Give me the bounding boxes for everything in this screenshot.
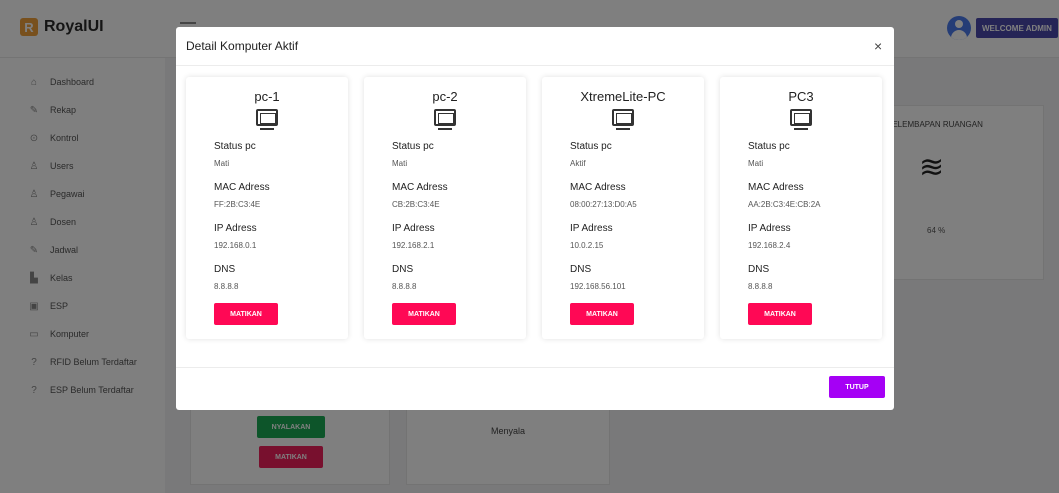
pc-name: XtremeLite-PC	[580, 89, 666, 104]
mac-value: 08:00:27:13:D0:A5	[570, 200, 637, 209]
pc-card: pc-2 Status pc Mati MAC Adress CB:2B:C3:…	[364, 77, 526, 339]
dns-label: DNS	[214, 264, 236, 275]
dns-label: DNS	[392, 264, 414, 275]
matikan-button[interactable]: MATIKAN	[748, 303, 812, 325]
pc-card: PC3 Status pc Mati MAC Adress AA:2B:C3:4…	[720, 77, 882, 339]
mac-label: MAC Adress	[214, 182, 270, 193]
pc-name: pc-2	[432, 89, 458, 104]
mac-label: MAC Adress	[570, 182, 626, 193]
dns-value: 8.8.8.8	[748, 282, 773, 291]
pc-card: pc-1 Status pc Mati MAC Adress FF:2B:C3:…	[186, 77, 348, 339]
status-value: Mati	[748, 159, 764, 168]
dns-value: 8.8.8.8	[214, 282, 239, 291]
tutup-button[interactable]: TUTUP	[829, 376, 885, 398]
ip-value: 10.0.2.15	[570, 241, 604, 250]
mac-label: MAC Adress	[392, 182, 448, 193]
dns-label: DNS	[748, 264, 770, 275]
ip-value: 192.168.2.1	[392, 241, 435, 250]
ip-value: 192.168.0.1	[214, 241, 257, 250]
matikan-button[interactable]: MATIKAN	[214, 303, 278, 325]
dns-value: 8.8.8.8	[392, 282, 417, 291]
mac-value: AA:2B:C3:4E:CB:2A	[748, 200, 821, 209]
status-value: Mati	[392, 159, 408, 168]
monitor-icon	[790, 109, 812, 126]
status-label: Status pc	[214, 141, 256, 152]
ip-label: IP Adress	[214, 223, 257, 234]
matikan-button[interactable]: MATIKAN	[570, 303, 634, 325]
monitor-stand	[794, 128, 808, 130]
pc-card: XtremeLite-PC Status pc Aktif MAC Adress…	[542, 77, 704, 339]
computer-detail-modal: Detail Komputer Aktif × pc-1 Status pc M…	[176, 27, 894, 410]
status-label: Status pc	[748, 141, 790, 152]
dns-label: DNS	[570, 264, 592, 275]
mac-label: MAC Adress	[748, 182, 804, 193]
monitor-icon	[434, 109, 456, 126]
ip-label: IP Adress	[392, 223, 435, 234]
pc-name: PC3	[788, 89, 814, 104]
ip-label: IP Adress	[748, 223, 791, 234]
pc-card-list: pc-1 Status pc Mati MAC Adress FF:2B:C3:…	[186, 77, 886, 339]
mac-value: FF:2B:C3:4E	[214, 200, 261, 209]
status-label: Status pc	[570, 141, 612, 152]
monitor-stand	[260, 128, 274, 130]
monitor-stand	[616, 128, 630, 130]
modal-title: Detail Komputer Aktif	[186, 39, 299, 53]
monitor-icon	[256, 109, 278, 126]
mac-value: CB:2B:C3:4E	[392, 200, 440, 209]
close-icon[interactable]: ×	[874, 38, 882, 54]
ip-label: IP Adress	[570, 223, 613, 234]
modal-footer-divider	[176, 367, 894, 368]
status-value: Aktif	[570, 159, 586, 168]
ip-value: 192.168.2.4	[748, 241, 791, 250]
dns-value: 192.168.56.101	[570, 282, 626, 291]
status-label: Status pc	[392, 141, 434, 152]
matikan-button[interactable]: MATIKAN	[392, 303, 456, 325]
status-value: Mati	[214, 159, 230, 168]
modal-header: Detail Komputer Aktif ×	[176, 27, 894, 66]
pc-name: pc-1	[254, 89, 280, 104]
monitor-icon	[612, 109, 634, 126]
monitor-stand	[438, 128, 452, 130]
